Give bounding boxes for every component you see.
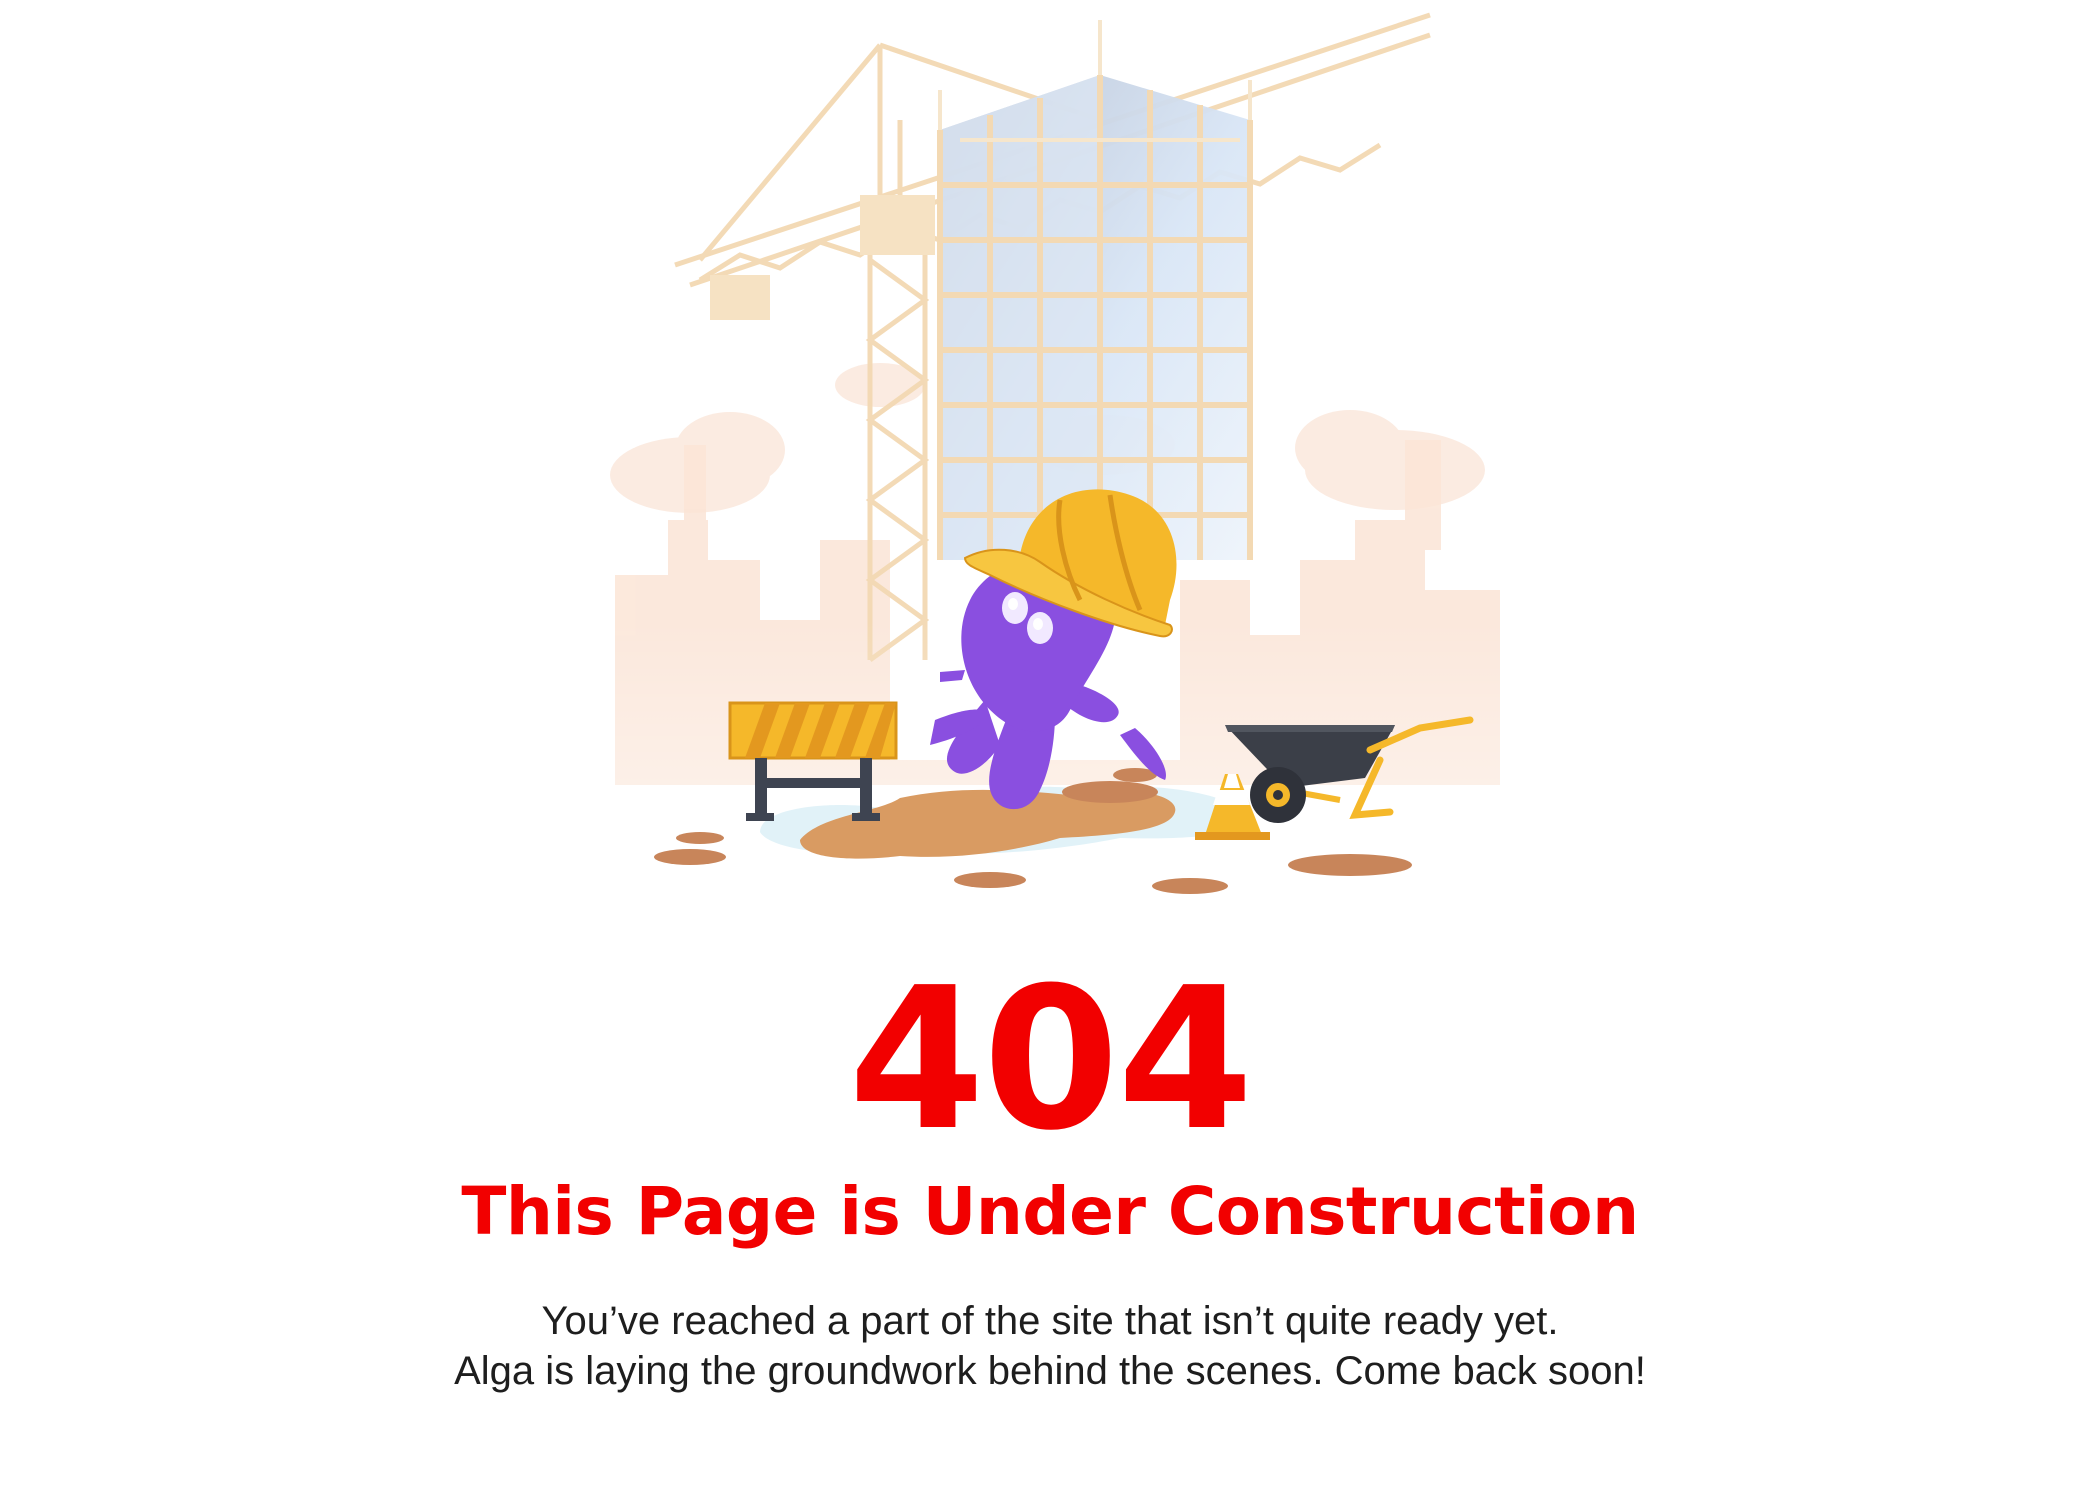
error-message-line-2: Alga is laying the groundwork behind the… [454,1349,1646,1393]
error-code: 404 [848,946,1253,1174]
page-title: This Page is Under Construction [461,1173,1639,1250]
error-message-line-1: You’ve reached a part of the site that i… [541,1299,1559,1343]
under-construction-page: 404 This Page is Under Construction You’… [0,0,2100,1500]
glass-building-icon [937,20,1253,560]
error-message: You’ve reached a part of the site that i… [0,1296,2100,1396]
construction-illustration [600,12,1520,894]
